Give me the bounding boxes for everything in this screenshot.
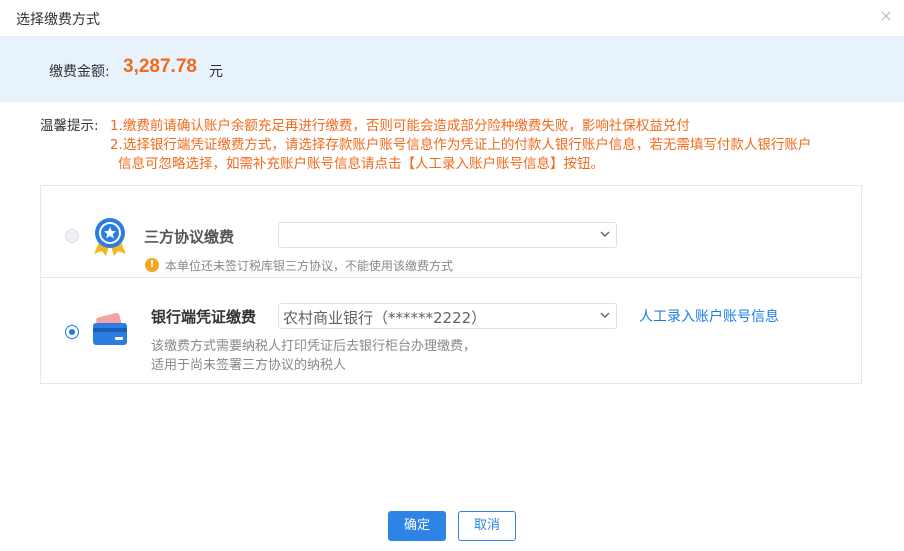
bank-account-select-value: 农村商业银行（******2222）	[283, 309, 487, 327]
option-third-party: 三方协议缴费 ! 本单位还未签订税库银三方协议，不能使用该缴费方式	[41, 186, 861, 278]
tip-line-2: 2.选择银行端凭证缴费方式，请选择存款账户账号信息作为凭证上的付款人银行账户信息…	[110, 137, 812, 153]
warning-icon: !	[145, 258, 159, 272]
dialog-title: 选择缴费方式	[16, 12, 100, 28]
third-party-account-select[interactable]	[278, 222, 617, 248]
bank-voucher-desc-1: 该缴费方式需要纳税人打印凭证后去银行柜台办理缴费，	[151, 339, 477, 354]
tip-line-3: 信息可忽略选择，如需补充账户账号信息请点击【人工录入账户账号信息】按钮。	[118, 156, 604, 172]
award-badge-icon	[91, 216, 129, 260]
third-party-name: 三方协议缴费	[144, 228, 235, 246]
cancel-button[interactable]: 取消	[458, 511, 516, 541]
amount-bar: 缴费金额: 3,287.78 元	[0, 36, 904, 102]
payment-options: 三方协议缴费 ! 本单位还未签订税库银三方协议，不能使用该缴费方式 银行端凭证缴…	[40, 185, 862, 384]
chevron-down-icon	[600, 312, 610, 318]
manual-entry-link[interactable]: 人工录入账户账号信息	[639, 306, 779, 326]
tips-label: 温馨提示:	[40, 118, 99, 134]
bank-voucher-desc-2: 适用于尚未签署三方协议的纳税人	[151, 358, 347, 373]
bank-voucher-name: 银行端凭证缴费	[151, 308, 257, 326]
bank-account-select[interactable]: 农村商业银行（******2222）	[278, 303, 617, 329]
tip-line-1: 1.缴费前请确认账户余额充足再进行缴费，否则可能会造成部分险种缴费失败，影响社保…	[110, 118, 690, 134]
dialog-title-bar: 选择缴费方式	[0, 0, 904, 36]
confirm-button[interactable]: 确定	[388, 511, 446, 541]
close-icon[interactable]	[880, 10, 892, 22]
radio-bank-voucher[interactable]	[65, 325, 79, 339]
option-bank-voucher: 银行端凭证缴费 农村商业银行（******2222） 人工录入账户账号信息 该缴…	[41, 277, 861, 383]
payment-method-dialog: 选择缴费方式 缴费金额: 3,287.78 元 温馨提示: 1.缴费前请确认账户…	[0, 0, 904, 551]
chevron-down-icon	[600, 231, 610, 237]
third-party-warning: 本单位还未签订税库银三方协议，不能使用该缴费方式	[165, 259, 454, 273]
bank-card-icon	[91, 312, 131, 351]
amount-label: 缴费金额:	[49, 64, 110, 80]
amount-unit: 元	[209, 64, 223, 80]
radio-third-party[interactable]	[65, 229, 79, 243]
amount-value: 3,287.78	[123, 56, 197, 77]
